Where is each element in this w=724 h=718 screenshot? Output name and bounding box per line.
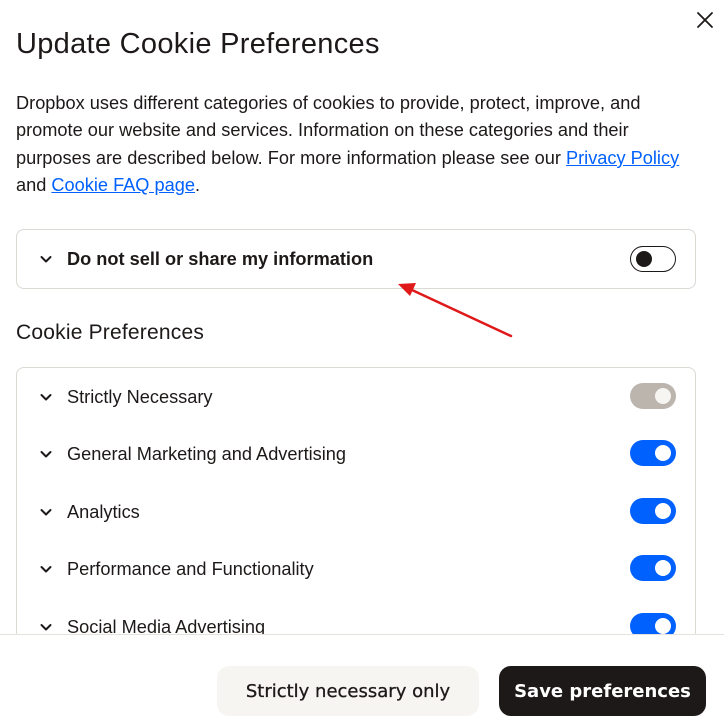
save-preferences-button[interactable]: Save preferences: [499, 666, 706, 716]
toggle-knob: [655, 445, 671, 461]
strictly-necessary-toggle: [630, 383, 676, 409]
do-not-sell-card: Do not sell or share my information: [16, 229, 696, 289]
dialog-footer: Strictly necessary only Save preferences: [0, 634, 724, 718]
close-button[interactable]: [694, 9, 716, 31]
intro-period: .: [194, 175, 201, 196]
do-not-sell-row[interactable]: Do not sell or share my information: [17, 239, 695, 279]
toggle-knob: [636, 251, 652, 267]
pref-row-strictly-necessary[interactable]: Strictly Necessary: [17, 377, 695, 417]
pref-row-performance[interactable]: Performance and Functionality: [17, 549, 695, 589]
general-marketing-toggle[interactable]: [630, 440, 676, 466]
pref-label: Strictly Necessary: [67, 386, 213, 407]
privacy-policy-link[interactable]: Privacy Policy: [566, 148, 679, 168]
dialog-title: Update Cookie Preferences: [16, 28, 380, 60]
cookie-faq-link[interactable]: Cookie FAQ page: [51, 175, 195, 195]
pref-label: Performance and Functionality: [67, 558, 314, 579]
chevron-down-icon[interactable]: [39, 390, 53, 404]
pref-label: General Marketing and Advertising: [67, 443, 347, 464]
chevron-down-icon[interactable]: [39, 620, 53, 634]
toggle-knob: [655, 388, 671, 404]
analytics-toggle[interactable]: [630, 498, 676, 524]
close-icon: [697, 12, 713, 28]
toggle-knob: [655, 560, 671, 576]
performance-toggle[interactable]: [630, 555, 676, 581]
do-not-sell-toggle[interactable]: [630, 246, 676, 272]
strictly-necessary-only-button[interactable]: Strictly necessary only: [217, 666, 479, 716]
toggle-knob: [655, 503, 671, 519]
intro-body: Dropbox uses different categories of coo…: [16, 93, 641, 168]
cookie-preferences-heading: Cookie Preferences: [16, 321, 205, 344]
do-not-sell-label: Do not sell or share my information: [67, 248, 374, 269]
chevron-down-icon[interactable]: [39, 505, 53, 519]
pref-row-analytics[interactable]: Analytics: [17, 492, 695, 532]
intro-and: and: [16, 175, 52, 196]
chevron-down-icon[interactable]: [39, 447, 53, 461]
cookie-preferences-dialog: Update Cookie Preferences Dropbox uses d…: [0, 0, 724, 718]
pref-row-general-marketing[interactable]: General Marketing and Advertising: [17, 434, 695, 474]
toggle-knob: [655, 618, 671, 634]
pref-label: Analytics: [67, 501, 140, 522]
intro-text: Dropbox uses different categories of coo…: [16, 90, 706, 200]
chevron-down-icon[interactable]: [39, 252, 53, 266]
cookie-preferences-card: Strictly Necessary General Marketing and…: [16, 367, 696, 657]
chevron-down-icon[interactable]: [39, 562, 53, 576]
